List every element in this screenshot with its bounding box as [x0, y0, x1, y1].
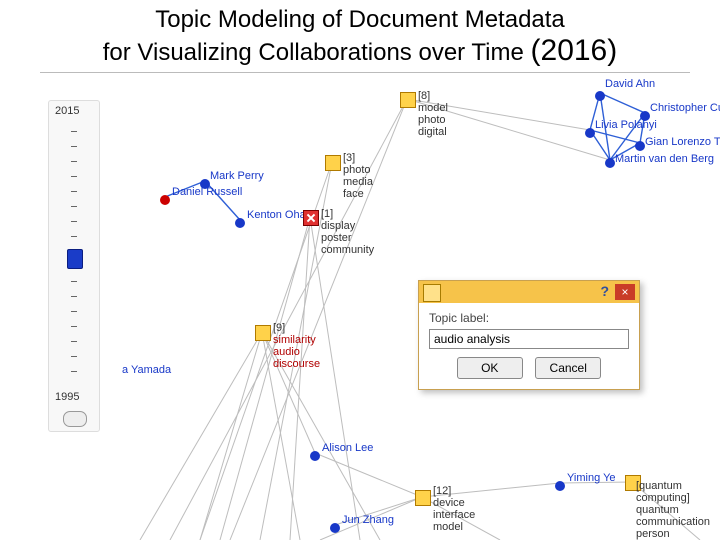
author-label: Alison Lee: [322, 442, 373, 454]
topic-label-t3: [3]photomediaface: [343, 152, 373, 200]
author-node-martin_vdb[interactable]: Martin van den Berg: [605, 155, 615, 173]
author-label: Christopher Culy: [650, 102, 720, 114]
cancel-button[interactable]: Cancel: [535, 357, 601, 379]
topic-label-t9: [9]similarityaudiodiscourse: [273, 322, 320, 370]
topic-node-t3[interactable]: [325, 155, 341, 171]
topic-node-t9[interactable]: [255, 325, 271, 341]
dialog-app-icon: [423, 284, 441, 302]
topic-label-input[interactable]: [429, 329, 629, 349]
author-dot: [555, 481, 565, 491]
topic-label-t1: [1]displaypostercommunity: [321, 208, 374, 256]
author-label: Yiming Ye: [567, 472, 616, 484]
author-node-david_ahn[interactable]: David Ahn: [595, 88, 605, 106]
author-dot: [330, 523, 340, 533]
topic-label-t8: [8]modelphotodigital: [418, 90, 448, 138]
author-dot: [235, 218, 245, 228]
dialog-titlebar[interactable]: ? ×: [419, 281, 639, 303]
author-label: Daniel Russell: [172, 186, 242, 198]
ok-button[interactable]: OK: [457, 357, 523, 379]
author-dot: [160, 195, 170, 205]
close-icon[interactable]: ×: [615, 284, 635, 300]
author-label: Gian Lorenzo Thione: [645, 136, 720, 148]
author-node-livia_p[interactable]: Livia Polanyi: [585, 125, 595, 143]
author-node-jun_zhang[interactable]: Jun Zhang: [330, 520, 340, 538]
author-node-dan_russell[interactable]: Daniel Russell: [160, 192, 170, 210]
author-node-alison_lee[interactable]: Alison Lee: [310, 448, 320, 466]
author-label: a Yamada: [122, 364, 171, 376]
topic-label-dialog[interactable]: ? × Topic label: OK Cancel: [418, 280, 640, 390]
author-dot: [635, 141, 645, 151]
dialog-help-button[interactable]: ?: [600, 283, 609, 299]
topic-label-field-label: Topic label:: [429, 311, 629, 325]
author-label: David Ahn: [605, 78, 655, 90]
author-label: Mark Perry: [210, 170, 264, 182]
author-node-kenton_ohara[interactable]: Kenton Ohara: [235, 215, 245, 233]
author-label: Livia Polanyi: [595, 119, 657, 131]
topic-label-t12: [12]deviceinterfacemodel: [433, 485, 475, 533]
author-node-yiming_ye[interactable]: Yiming Ye: [555, 478, 565, 496]
author-label: Jun Zhang: [342, 514, 394, 526]
author-dot: [585, 128, 595, 138]
author-dot: [605, 158, 615, 168]
author-dot: [595, 91, 605, 101]
topic-node-t12[interactable]: [415, 490, 431, 506]
topic-node-t8[interactable]: [400, 92, 416, 108]
topic-label-tqc: [quantum computing]quantumcommunicationp…: [636, 480, 720, 540]
author-dot: [310, 451, 320, 461]
author-label: Martin van den Berg: [615, 153, 714, 165]
topic-node-t1[interactable]: [303, 210, 319, 226]
